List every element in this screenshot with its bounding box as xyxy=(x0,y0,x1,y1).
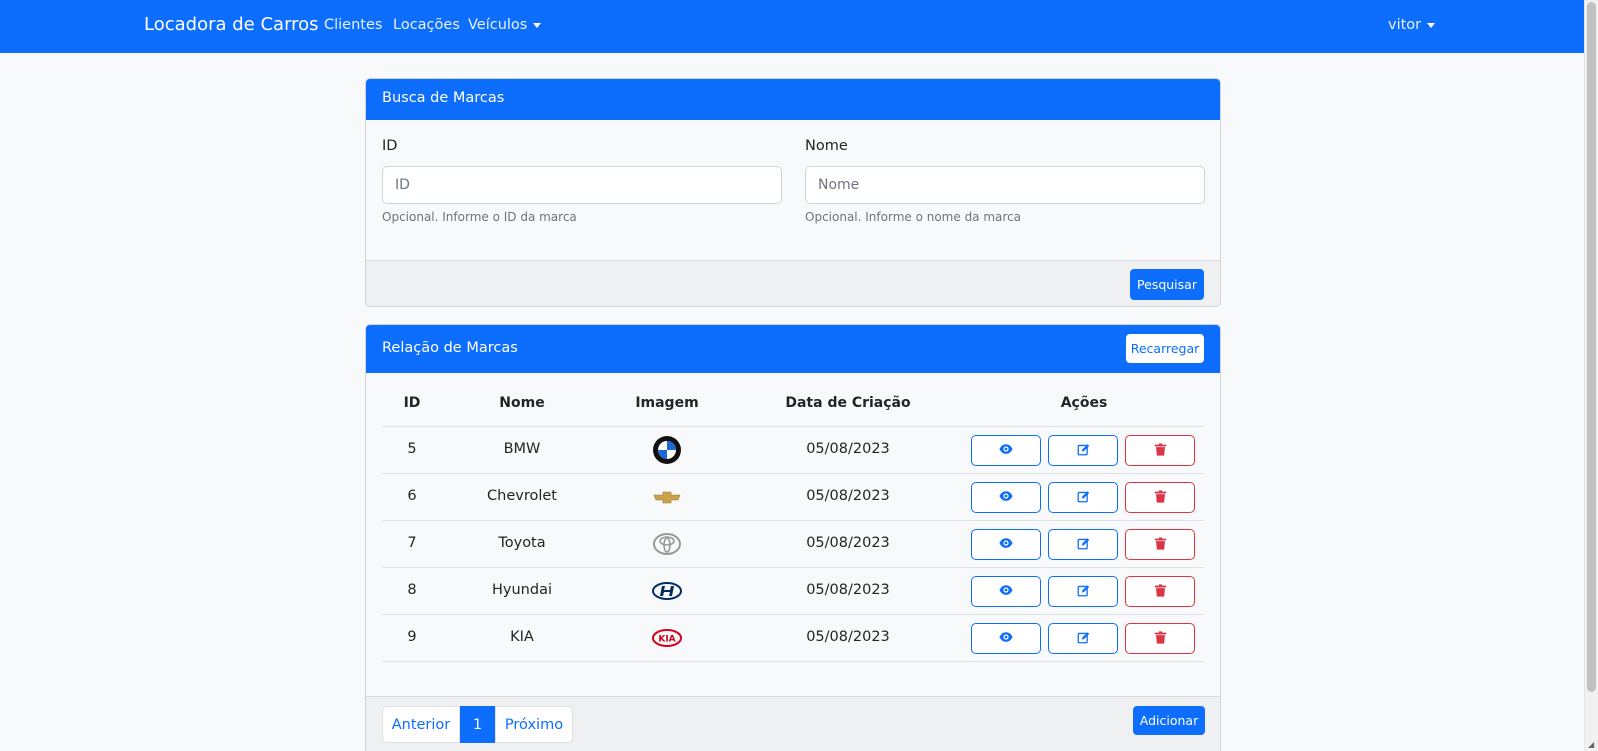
view-button[interactable] xyxy=(971,482,1041,513)
bmw-logo xyxy=(652,435,682,465)
page-1-link[interactable]: 1 xyxy=(460,706,495,743)
cell-name: KIA xyxy=(510,629,534,645)
delete-button[interactable] xyxy=(1125,482,1195,513)
col-header-created: Data de Criação xyxy=(785,395,911,411)
user-menu-dropdown[interactable]: vitor xyxy=(1388,17,1436,33)
pagination: Anterior 1 Próximo xyxy=(382,706,573,743)
edit-icon xyxy=(1077,535,1090,554)
edit-icon xyxy=(1077,441,1090,460)
cell-created: 05/08/2023 xyxy=(806,582,890,598)
cell-name: Toyota xyxy=(498,535,546,551)
table-row: 8 Hyundai 05/08/2023 xyxy=(382,568,1204,615)
trash-icon xyxy=(1154,535,1167,554)
view-button[interactable] xyxy=(971,529,1041,560)
add-button[interactable]: Adicionar xyxy=(1133,706,1205,735)
next-page-link[interactable]: Próximo xyxy=(495,706,573,743)
list-card-footer: Anterior 1 Próximo Adicionar xyxy=(366,696,1220,751)
nav-locacoes[interactable]: Locações xyxy=(393,17,460,33)
table-row: 5 BMW 05/08/2023 xyxy=(382,427,1204,474)
svg-text:KIA: KIA xyxy=(658,635,675,645)
cell-id: 9 xyxy=(407,629,417,645)
top-navbar: Locadora de Carros Clientes Locações Veí… xyxy=(0,0,1584,53)
table-row: 9 KIA KIA 05/08/2023 xyxy=(382,615,1204,662)
cell-name: Chevrolet xyxy=(487,488,557,504)
scroll-down-icon[interactable]: ◢ xyxy=(1588,740,1594,749)
nav-clientes[interactable]: Clientes xyxy=(324,17,382,33)
name-help-text: Opcional. Informe o nome da marca xyxy=(805,210,1022,224)
reload-button[interactable]: Recarregar xyxy=(1126,334,1204,363)
id-input[interactable] xyxy=(382,166,782,204)
edit-icon xyxy=(1077,582,1090,601)
name-label: Nome xyxy=(805,138,848,154)
cell-id: 7 xyxy=(407,535,417,551)
chevrolet-logo xyxy=(652,482,682,512)
nav-veiculos-dropdown[interactable]: Veículos xyxy=(468,17,542,33)
cell-created: 05/08/2023 xyxy=(806,535,890,551)
cell-id: 8 xyxy=(407,582,417,598)
scrollbar-thumb[interactable] xyxy=(1587,2,1596,692)
table-row: 6 Chevrolet 05/08/2023 xyxy=(382,474,1204,521)
edit-icon xyxy=(1077,488,1090,507)
edit-icon xyxy=(1077,629,1090,648)
cell-name: Hyundai xyxy=(492,582,552,598)
edit-button[interactable] xyxy=(1048,576,1118,607)
view-button[interactable] xyxy=(971,576,1041,607)
chevron-down-icon xyxy=(1427,22,1436,28)
prev-page-link[interactable]: Anterior xyxy=(382,706,460,743)
list-card-header: Relação de Marcas Recarregar xyxy=(366,325,1220,373)
hyundai-logo xyxy=(652,576,682,606)
cell-created: 05/08/2023 xyxy=(806,629,890,645)
name-input[interactable] xyxy=(805,166,1205,204)
edit-button[interactable] xyxy=(1048,482,1118,513)
brand-link[interactable]: Locadora de Carros xyxy=(144,14,319,35)
id-label: ID xyxy=(382,138,398,154)
view-button[interactable] xyxy=(971,435,1041,466)
view-button[interactable] xyxy=(971,623,1041,654)
kia-logo: KIA xyxy=(652,623,682,653)
divider xyxy=(382,661,1204,662)
cell-created: 05/08/2023 xyxy=(806,488,890,504)
brands-list-card: Relação de Marcas Recarregar ID Nome Ima… xyxy=(365,324,1221,751)
toyota-logo xyxy=(652,529,682,559)
nav-veiculos-label: Veículos xyxy=(468,17,528,33)
eye-icon xyxy=(999,441,1013,460)
delete-button[interactable] xyxy=(1125,623,1195,654)
trash-icon xyxy=(1154,582,1167,601)
search-card: Busca de Marcas ID Opcional. Informe o I… xyxy=(365,78,1221,307)
cell-id: 5 xyxy=(407,441,417,457)
col-header-name: Nome xyxy=(499,395,545,411)
eye-icon xyxy=(999,582,1013,601)
eye-icon xyxy=(999,488,1013,507)
list-card-title: Relação de Marcas xyxy=(382,340,518,356)
cell-id: 6 xyxy=(407,488,417,504)
delete-button[interactable] xyxy=(1125,435,1195,466)
id-help-text: Opcional. Informe o ID da marca xyxy=(382,210,577,224)
table-row: 7 Toyota 05/08/2023 xyxy=(382,521,1204,568)
edit-button[interactable] xyxy=(1048,529,1118,560)
edit-button[interactable] xyxy=(1048,435,1118,466)
delete-button[interactable] xyxy=(1125,576,1195,607)
col-header-id: ID xyxy=(403,395,421,411)
search-card-header: Busca de Marcas xyxy=(366,79,1220,120)
cell-created: 05/08/2023 xyxy=(806,441,890,457)
cell-name: BMW xyxy=(503,441,541,457)
delete-button[interactable] xyxy=(1125,529,1195,560)
edit-button[interactable] xyxy=(1048,623,1118,654)
user-name: vitor xyxy=(1388,17,1422,33)
search-card-footer: Pesquisar xyxy=(366,260,1220,306)
search-card-title: Busca de Marcas xyxy=(382,90,505,106)
eye-icon xyxy=(999,535,1013,554)
col-header-image: Imagem xyxy=(635,395,699,411)
search-button[interactable]: Pesquisar xyxy=(1130,269,1204,300)
col-header-actions: Ações xyxy=(1060,395,1108,411)
trash-icon xyxy=(1154,629,1167,648)
trash-icon xyxy=(1154,441,1167,460)
eye-icon xyxy=(999,629,1013,648)
trash-icon xyxy=(1154,488,1167,507)
chevron-down-icon xyxy=(533,22,542,28)
